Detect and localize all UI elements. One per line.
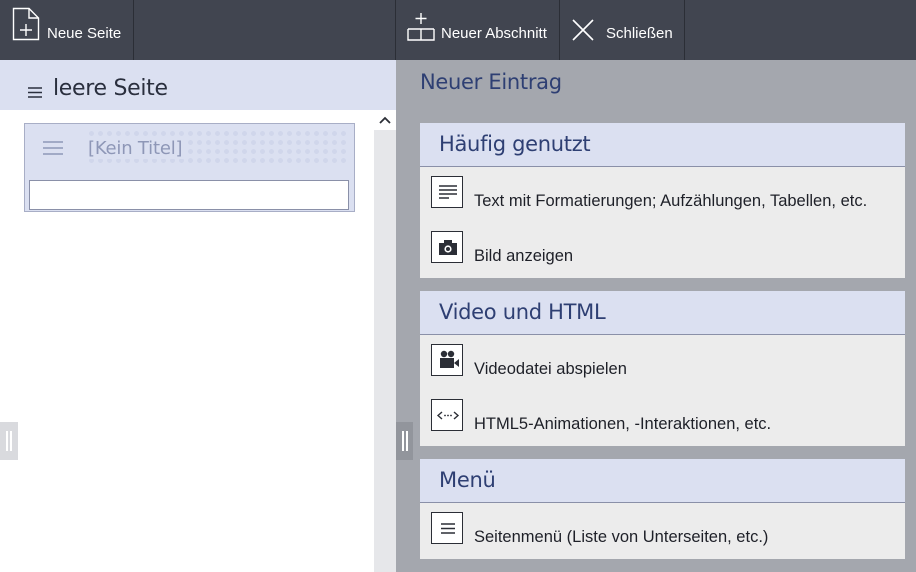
page-card[interactable]: [Kein Titel]: [24, 123, 355, 212]
entry-label: Bild anzeigen: [474, 247, 574, 265]
section-menu: Menü Seitenmenü (Liste von Unterseiten, …: [420, 459, 905, 559]
section-video-html: Video und HTML Videodatei abspielen HTML…: [420, 291, 905, 446]
section-header: Video und HTML: [420, 291, 905, 335]
entry-label: Text mit Formatierungen; Aufzählungen, T…: [474, 192, 868, 210]
scroll-up-button[interactable]: [374, 110, 396, 130]
new-page-icon: [12, 7, 40, 41]
text-lines-icon: [431, 176, 463, 208]
left-resize-handle[interactable]: [0, 422, 18, 460]
scrollbar[interactable]: [374, 110, 396, 572]
entry-label: Seitenmenü (Liste von Unterseiten, etc.): [474, 528, 769, 546]
new-entry-panel: Neuer Eintrag Häufig genutzt Text mit Fo…: [396, 60, 916, 572]
page-header: leere Seite: [0, 60, 396, 110]
section-title: Häufig genutzt: [439, 132, 591, 156]
panel-title: Neuer Eintrag: [420, 70, 562, 94]
entry-html5-animations[interactable]: HTML5-Animationen, -Interaktionen, etc.: [420, 390, 905, 445]
right-resize-handle[interactable]: [396, 422, 413, 460]
hamburger-menu-icon[interactable]: [28, 87, 42, 98]
section-header: Häufig genutzt: [420, 123, 905, 167]
camera-icon: [431, 231, 463, 263]
section-header: Menü: [420, 459, 905, 503]
close-label: Schließen: [606, 25, 673, 42]
new-section-icon: [407, 13, 435, 41]
entry-label: HTML5-Animationen, -Interaktionen, etc.: [474, 415, 772, 433]
title-input[interactable]: [29, 180, 349, 210]
section-title: Video und HTML: [439, 300, 606, 324]
entry-label: Videodatei abspielen: [474, 360, 627, 378]
toolbar-divider: [133, 0, 134, 60]
section-title: Menü: [439, 468, 496, 492]
new-page-label: Neue Seite: [47, 25, 122, 42]
list-icon: [431, 512, 463, 544]
chevron-up-icon: [379, 116, 391, 124]
entry-play-video[interactable]: Videodatei abspielen: [420, 335, 905, 390]
toolbar: Neue Seite Neuer Abschnitt Schließen: [0, 0, 916, 60]
drag-handle-icon[interactable]: [43, 141, 63, 155]
new-section-label: Neuer Abschnitt: [441, 25, 547, 42]
entry-formatted-text[interactable]: Text mit Formatierungen; Aufzählungen, T…: [420, 167, 905, 222]
section-frequently-used: Häufig genutzt Text mit Formatierungen; …: [420, 123, 905, 278]
entry-page-menu[interactable]: Seitenmenü (Liste von Unterseiten, etc.): [420, 503, 905, 558]
toolbar-divider: [684, 0, 685, 60]
new-section-button[interactable]: Neuer Abschnitt: [396, 0, 560, 60]
page-title: leere Seite: [53, 76, 168, 101]
video-camera-icon: [431, 344, 463, 376]
close-icon: [572, 19, 594, 41]
new-page-button[interactable]: Neue Seite: [0, 0, 133, 60]
close-button[interactable]: Schließen: [560, 0, 685, 60]
entry-show-image[interactable]: Bild anzeigen: [420, 222, 905, 277]
code-icon: [431, 399, 463, 431]
card-title: [Kein Titel]: [88, 138, 189, 159]
